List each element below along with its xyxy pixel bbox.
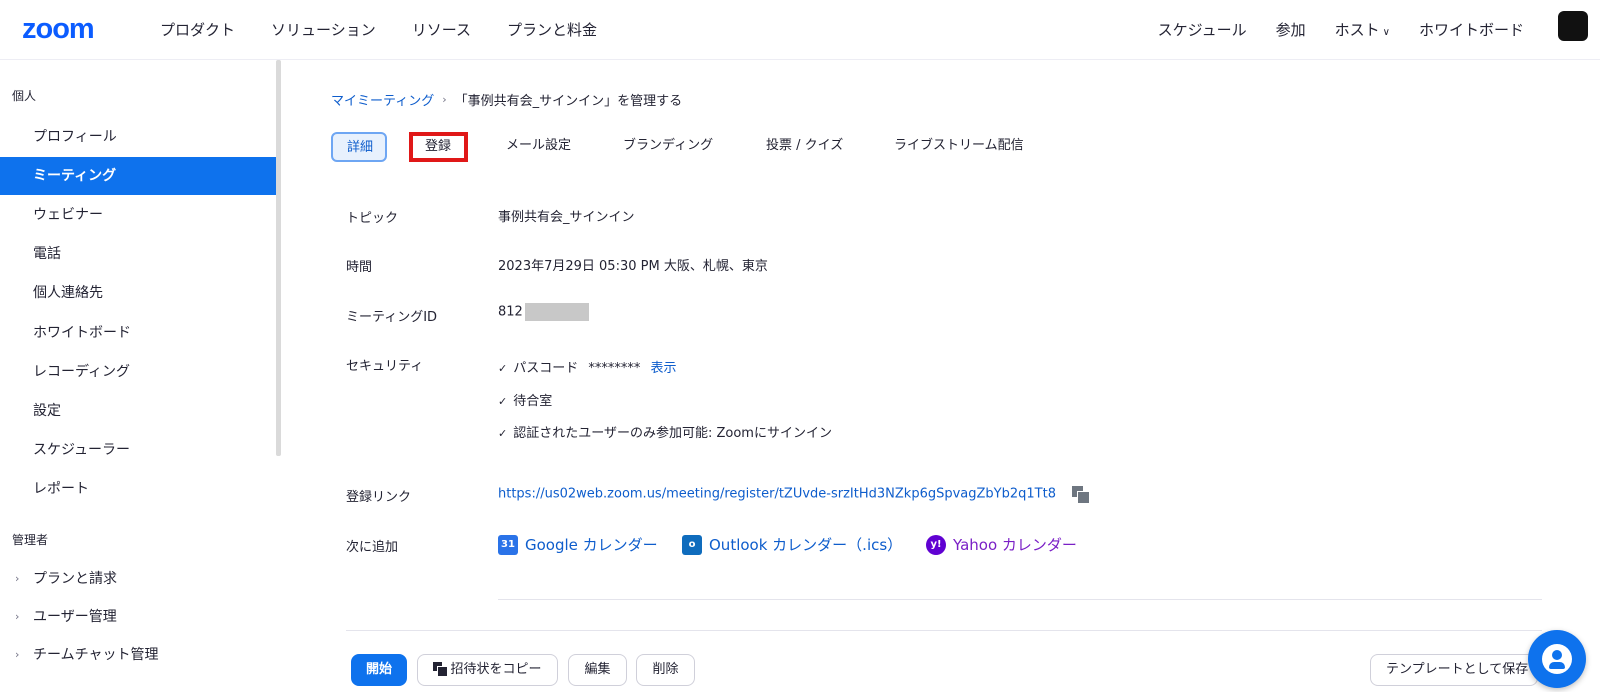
nav-whiteboard[interactable]: ホワイトボード bbox=[1419, 19, 1524, 40]
nav-host[interactable]: ホスト ∨ bbox=[1335, 19, 1390, 40]
sidebar-item-whiteboards[interactable]: ホワイトボード bbox=[0, 314, 280, 352]
nav-pricing[interactable]: プランと料金 bbox=[507, 19, 597, 40]
time-label: 時間 bbox=[346, 260, 373, 275]
registration-link-label: 登録リンク bbox=[346, 490, 412, 505]
google-calendar-label: Google カレンダー bbox=[525, 536, 658, 554]
tab-registration[interactable]: 登録 bbox=[409, 132, 468, 162]
nav-left: プロダクト ソリューション リソース プランと料金 bbox=[160, 19, 597, 40]
chat-support-button[interactable] bbox=[1528, 630, 1586, 688]
sidebar-item-settings[interactable]: 設定 bbox=[0, 392, 280, 430]
security-waiting-room: ✓ 待合室 bbox=[498, 390, 552, 409]
meeting-id-prefix: 812 bbox=[498, 304, 523, 320]
nav-resources[interactable]: リソース bbox=[412, 19, 471, 40]
sidebar-scrollbar[interactable] bbox=[276, 60, 281, 456]
chevron-down-icon: ∨ bbox=[1382, 27, 1390, 38]
sidebar-section-admin: 管理者 bbox=[12, 533, 49, 547]
copy-icon bbox=[433, 662, 449, 677]
chevron-right-icon: › bbox=[15, 572, 20, 585]
nav-products[interactable]: プロダクト bbox=[160, 19, 235, 40]
chevron-right-icon: › bbox=[442, 93, 447, 106]
sidebar-item-scheduler[interactable]: スケジューラー bbox=[0, 431, 280, 469]
sidebar-item-label: ユーザー管理 bbox=[33, 609, 117, 625]
yahoo-calendar-label: Yahoo カレンダー bbox=[953, 536, 1077, 554]
yahoo-calendar-link[interactable]: y! Yahoo カレンダー bbox=[926, 534, 1077, 555]
tab-branding[interactable]: ブランディング bbox=[609, 132, 727, 162]
outlook-calendar-icon: o bbox=[682, 534, 702, 555]
sidebar-section-personal: 個人 bbox=[12, 89, 37, 103]
check-icon: ✓ bbox=[498, 427, 508, 440]
sidebar-item-reports[interactable]: レポート bbox=[0, 470, 280, 508]
save-as-template-button[interactable]: テンプレートとして保存 bbox=[1370, 654, 1538, 686]
nav-host-label: ホスト bbox=[1334, 21, 1380, 39]
nav-schedule[interactable]: スケジュール bbox=[1158, 19, 1247, 40]
breadcrumb-my-meetings[interactable]: マイミーティング bbox=[331, 90, 434, 109]
topic-value: 事例共有会_サインイン bbox=[498, 210, 635, 225]
yahoo-calendar-icon: y! bbox=[926, 534, 946, 555]
nav-right: スケジュール 参加 ホスト ∨ ホワイトボード bbox=[1158, 19, 1524, 40]
chat-bubble-icon bbox=[1542, 644, 1572, 674]
sidebar-item-team-chat-management[interactable]: › チームチャット管理 bbox=[0, 636, 280, 674]
delete-button[interactable]: 削除 bbox=[636, 654, 695, 686]
copy-invitation-button[interactable]: 招待状をコピー bbox=[417, 654, 558, 686]
add-to-label: 次に追加 bbox=[346, 540, 399, 555]
sidebar: 個人 プロフィール ミーティング ウェビナー 電話 個人連絡先 ホワイトボード … bbox=[0, 60, 281, 692]
tab-polls-quizzes[interactable]: 投票 / クイズ bbox=[752, 132, 857, 162]
registration-link-row: https://us02web.zoom.us/meeting/register… bbox=[498, 486, 1091, 504]
avatar[interactable] bbox=[1558, 11, 1588, 41]
meeting-id-redacted bbox=[524, 303, 589, 321]
outlook-calendar-link[interactable]: o Outlook カレンダー（.ics） bbox=[682, 534, 902, 555]
meeting-id-value: 812 bbox=[498, 303, 589, 321]
breadcrumb: マイミーティング › 「事例共有会_サインイン」を管理する bbox=[331, 90, 682, 109]
outlook-calendar-label: Outlook カレンダー（.ics） bbox=[709, 536, 903, 554]
chevron-right-icon: › bbox=[15, 610, 20, 623]
sidebar-item-profile[interactable]: プロフィール bbox=[0, 118, 280, 156]
passcode-mask: ******** bbox=[588, 361, 641, 376]
start-button[interactable]: 開始 bbox=[351, 654, 407, 686]
sidebar-item-phone[interactable]: 電話 bbox=[0, 235, 280, 273]
sidebar-item-plans-billing[interactable]: › プランと請求 bbox=[0, 560, 280, 598]
tab-details[interactable]: 詳細 bbox=[331, 132, 387, 162]
zoom-logo[interactable]: zoom bbox=[22, 13, 95, 46]
sidebar-item-label: プランと請求 bbox=[33, 571, 117, 587]
nav-solutions[interactable]: ソリューション bbox=[271, 19, 376, 40]
top-navigation: zoom プロダクト ソリューション リソース プランと料金 スケジュール 参加… bbox=[0, 0, 1600, 60]
time-value: 2023年7月29日 05:30 PM 大阪、札幌、東京 bbox=[498, 259, 768, 274]
breadcrumb-current: 「事例共有会_サインイン」を管理する bbox=[454, 94, 683, 109]
sidebar-item-recordings[interactable]: レコーディング bbox=[0, 353, 280, 391]
waiting-room-label: 待合室 bbox=[513, 394, 553, 409]
passcode-label: パスコード bbox=[513, 361, 579, 376]
sidebar-item-label: チームチャット管理 bbox=[33, 647, 159, 663]
tab-email-settings[interactable]: メール設定 bbox=[492, 132, 585, 162]
sidebar-item-webinars[interactable]: ウェビナー bbox=[0, 196, 280, 234]
google-calendar-link[interactable]: 31 Google カレンダー bbox=[498, 534, 658, 555]
auth-only-label: 認証されたユーザーのみ参加可能: Zoomにサインイン bbox=[513, 426, 832, 441]
sidebar-item-user-management[interactable]: › ユーザー管理 bbox=[0, 598, 280, 636]
check-icon: ✓ bbox=[498, 395, 508, 408]
google-calendar-icon: 31 bbox=[498, 534, 518, 555]
security-passcode: ✓ パスコード ******** 表示 bbox=[498, 357, 677, 376]
topic-label: トピック bbox=[346, 211, 399, 226]
security-label: セキュリティ bbox=[346, 359, 424, 374]
security-auth-only: ✓ 認証されたユーザーのみ参加可能: Zoomにサインイン bbox=[498, 422, 832, 441]
nav-join[interactable]: 参加 bbox=[1276, 19, 1306, 40]
chevron-right-icon: › bbox=[15, 648, 20, 661]
passcode-show-link[interactable]: 表示 bbox=[651, 361, 677, 376]
registration-link[interactable]: https://us02web.zoom.us/meeting/register… bbox=[498, 487, 1056, 502]
sidebar-item-meetings[interactable]: ミーティング bbox=[0, 157, 280, 195]
divider bbox=[346, 630, 1542, 631]
copy-icon[interactable] bbox=[1072, 486, 1091, 504]
sidebar-item-contacts[interactable]: 個人連絡先 bbox=[0, 274, 280, 312]
edit-button[interactable]: 編集 bbox=[568, 654, 627, 686]
meeting-id-label: ミーティングID bbox=[346, 310, 438, 325]
divider bbox=[498, 599, 1542, 600]
check-icon: ✓ bbox=[498, 362, 508, 375]
copy-invitation-label: 招待状をコピー bbox=[450, 662, 542, 677]
tab-livestream[interactable]: ライブストリーム配信 bbox=[880, 132, 1038, 162]
